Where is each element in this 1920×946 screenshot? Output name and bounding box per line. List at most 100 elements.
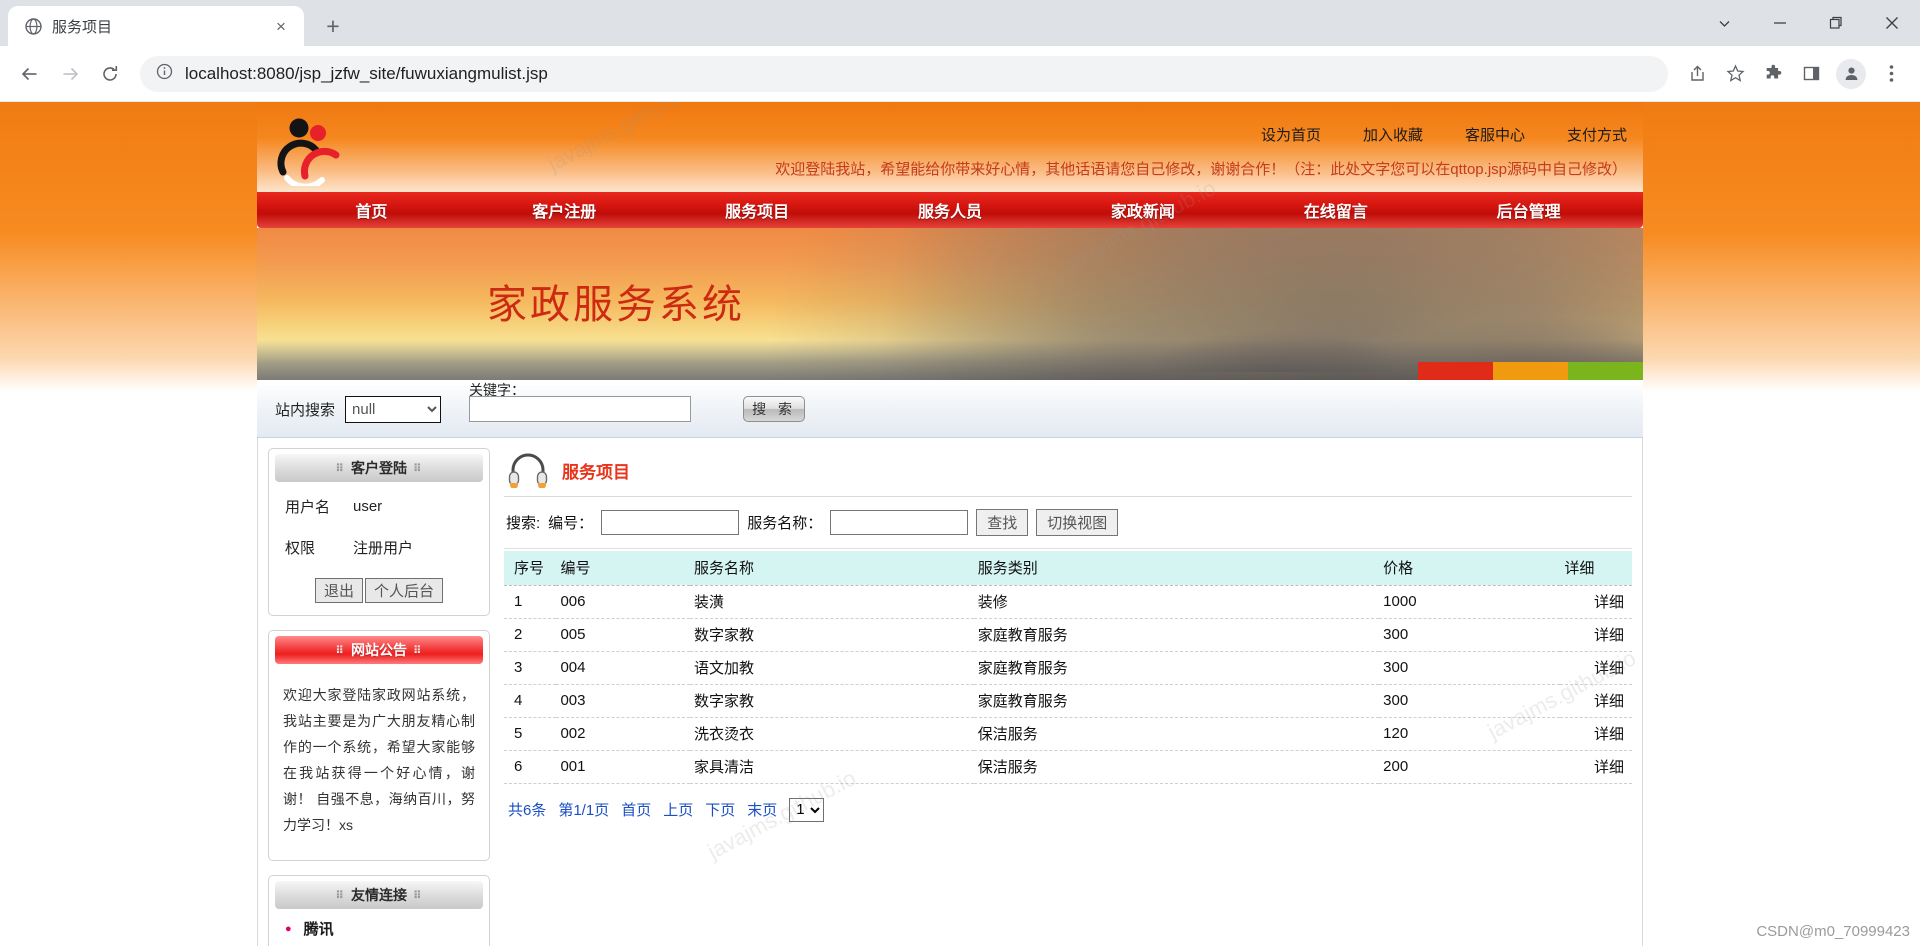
cell-price: 120 xyxy=(1379,717,1561,751)
link-add-favorite[interactable]: 加入收藏 xyxy=(1363,124,1423,145)
username-label: 用户名 xyxy=(285,499,331,516)
share-icon[interactable] xyxy=(1680,57,1714,91)
name-input[interactable] xyxy=(830,510,969,535)
cell-price: 300 xyxy=(1379,684,1561,718)
tab-title: 服务项目 xyxy=(52,18,113,36)
header-name: 服务名称 xyxy=(690,551,974,585)
left-orange-band xyxy=(0,102,257,392)
login-panel-header: ⠿ 客户登陆 ⠿ xyxy=(275,454,483,482)
find-button[interactable]: 查找 xyxy=(976,509,1029,536)
role-value: 注册用户 xyxy=(353,540,414,557)
side-panel-icon[interactable] xyxy=(1794,57,1828,91)
dots-decoration-icon: ⠿ xyxy=(413,889,423,902)
page-select[interactable]: 1 xyxy=(789,797,825,822)
detail-link[interactable]: 详细 xyxy=(1594,693,1624,710)
cell-seq: 6 xyxy=(504,750,557,784)
browser-menu-icon[interactable] xyxy=(1874,57,1908,91)
cell-category: 家庭教育服务 xyxy=(973,618,1380,652)
headset-icon xyxy=(508,452,548,489)
address-bar[interactable]: localhost:8080/jsp_jzfw_site/fuwuxiangmu… xyxy=(140,55,1668,92)
site-info-icon[interactable] xyxy=(156,63,173,85)
prev-page-link[interactable]: 上页 xyxy=(663,799,693,820)
corner-watermark: CSDN@m0_70999423 xyxy=(1756,923,1910,940)
detail-link[interactable]: 详细 xyxy=(1594,726,1624,743)
main-panel: 服务项目 搜索: 编号： 服务名称： 查找 切换视图 序号 编号 服务名称 服务… xyxy=(498,448,1642,946)
cell-category: 家庭教育服务 xyxy=(973,684,1380,718)
cell-code: 002 xyxy=(556,717,690,751)
friend-link-tencent[interactable]: 腾讯 xyxy=(304,918,334,939)
maximize-button[interactable] xyxy=(1808,0,1864,46)
nav-item-home[interactable]: 首页 xyxy=(275,198,468,222)
header-detail: 详细 xyxy=(1560,551,1632,585)
bookmark-star-icon[interactable] xyxy=(1718,57,1752,91)
keyword-label: 关键字： xyxy=(469,382,526,398)
nav-item-services[interactable]: 服务项目 xyxy=(661,198,854,222)
minimize-button[interactable] xyxy=(1752,0,1808,46)
personal-console-button[interactable]: 个人后台 xyxy=(365,578,444,603)
reload-button[interactable] xyxy=(92,56,128,92)
new-tab-button[interactable]: + xyxy=(316,9,350,43)
detail-link[interactable]: 详细 xyxy=(1594,594,1624,611)
friend-links-panel: ⠿ 友情连接 ⠿ ● 腾讯 ● 雅虎 xyxy=(268,875,490,946)
tab-search-icon[interactable] xyxy=(1696,0,1752,46)
browser-tab[interactable]: 服务项目 × xyxy=(8,6,304,46)
table-row: 1 006 装潢 装修 1000 详细 xyxy=(504,585,1632,619)
table-row: 5 002 洗衣烫衣 保洁服务 120 详细 xyxy=(504,717,1632,751)
dots-decoration-icon: ⠿ xyxy=(413,462,423,475)
header-price: 价格 xyxy=(1379,551,1561,585)
next-page-link[interactable]: 下页 xyxy=(705,799,735,820)
name-label: 服务名称： xyxy=(747,515,823,532)
link-service-center[interactable]: 客服中心 xyxy=(1465,124,1525,145)
search-prefix-label: 搜索: xyxy=(506,515,541,532)
item-search-row: 搜索: 编号： 服务名称： 查找 切换视图 xyxy=(504,497,1632,549)
site-search-bar: 站内搜索 null 关键字： 搜 索 xyxy=(257,380,1643,438)
login-panel-title: 客户登陆 xyxy=(351,460,407,476)
switch-view-button[interactable]: 切换视图 xyxy=(1036,509,1119,536)
extensions-puzzle-icon[interactable] xyxy=(1756,57,1790,91)
site-search-category-select[interactable]: null xyxy=(345,395,442,423)
friend-links-header: ⠿ 友情连接 ⠿ xyxy=(275,881,483,909)
cell-seq: 2 xyxy=(504,618,557,652)
header-seq: 序号 xyxy=(504,551,557,585)
cell-code: 005 xyxy=(556,618,690,652)
cell-name: 语文加教 xyxy=(690,651,974,685)
close-tab-icon[interactable]: × xyxy=(270,15,292,37)
forward-button[interactable] xyxy=(52,56,88,92)
close-window-button[interactable] xyxy=(1864,0,1920,46)
main-navigation: 首页 客户注册 服务项目 服务人员 家政新闻 在线留言 后台管理 xyxy=(257,192,1643,228)
detail-link[interactable]: 详细 xyxy=(1594,759,1624,776)
table-row: 3 004 语文加教 家庭教育服务 300 详细 xyxy=(504,651,1632,685)
link-set-homepage[interactable]: 设为首页 xyxy=(1261,124,1321,145)
bullet-icon: ● xyxy=(285,922,292,935)
nav-item-register[interactable]: 客户注册 xyxy=(468,198,661,222)
cell-code: 006 xyxy=(556,585,690,619)
site-logo-icon xyxy=(275,106,349,190)
link-payment[interactable]: 支付方式 xyxy=(1567,124,1627,145)
profile-avatar[interactable] xyxy=(1836,58,1866,89)
nav-item-admin[interactable]: 后台管理 xyxy=(1432,198,1625,222)
cell-code: 004 xyxy=(556,651,690,685)
logout-button[interactable]: 退出 xyxy=(314,578,363,603)
cell-code: 003 xyxy=(556,684,690,718)
notice-panel-header: ⠿ 网站公告 ⠿ xyxy=(275,636,483,664)
main-panel-header: 服务项目 xyxy=(504,448,1632,497)
notice-panel-title: 网站公告 xyxy=(351,642,407,658)
detail-link[interactable]: 详细 xyxy=(1594,627,1624,644)
chip-red xyxy=(1418,362,1493,380)
nav-item-staff[interactable]: 服务人员 xyxy=(854,198,1047,222)
tab-strip: 服务项目 × + xyxy=(0,0,1920,46)
back-button[interactable] xyxy=(12,56,48,92)
site-container: 设为首页 加入收藏 客服中心 支付方式 欢迎登陆我站，希望能给你带来好心情，其他… xyxy=(257,102,1643,946)
code-input[interactable] xyxy=(601,510,740,535)
list-item[interactable]: ● 腾讯 xyxy=(269,909,489,946)
nav-item-news[interactable]: 家政新闻 xyxy=(1046,198,1239,222)
page-info[interactable]: 第1/1页 xyxy=(558,799,609,820)
header-category: 服务类别 xyxy=(973,551,1380,585)
nav-item-message[interactable]: 在线留言 xyxy=(1239,198,1432,222)
site-search-button[interactable]: 搜 索 xyxy=(743,396,806,422)
first-page-link[interactable]: 首页 xyxy=(621,799,651,820)
detail-link[interactable]: 详细 xyxy=(1594,660,1624,677)
last-page-link[interactable]: 末页 xyxy=(747,799,777,820)
browser-window: 服务项目 × + localhost:8080/jsp_jzfw_site/fu… xyxy=(0,0,1920,946)
cell-seq: 4 xyxy=(504,684,557,718)
